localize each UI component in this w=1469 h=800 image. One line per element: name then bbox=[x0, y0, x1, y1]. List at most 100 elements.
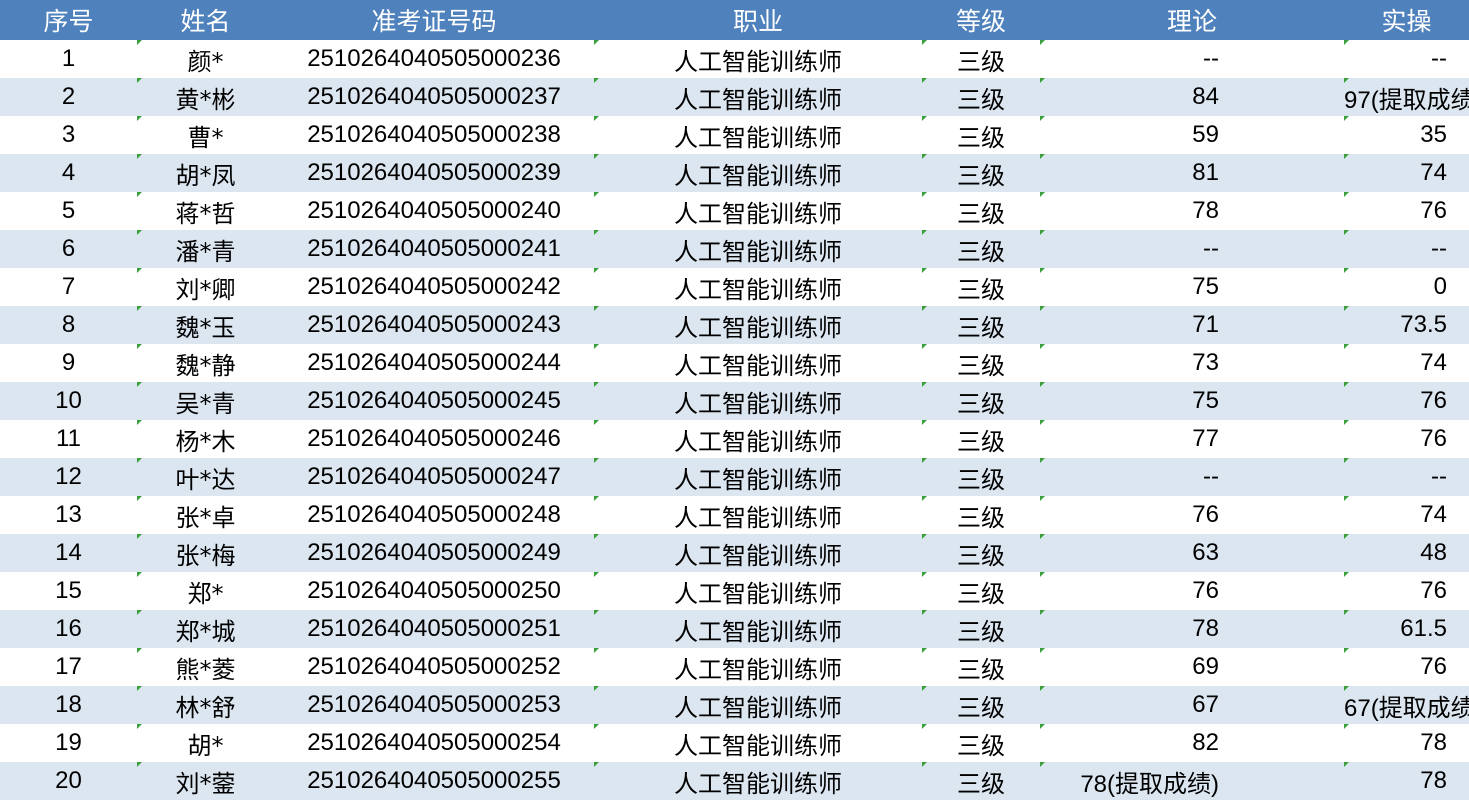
cell-grade: 三级 bbox=[922, 344, 1040, 382]
header-theory: 理论 bbox=[1166, 7, 1217, 36]
cell-occupation: 人工智能训练师 bbox=[594, 344, 922, 382]
table-row: 3 曹* 2510264040505000238 人工智能训练师 三级 59 35 bbox=[0, 116, 1469, 154]
cell-practical: -- bbox=[1344, 458, 1469, 496]
cell-occupation: 人工智能训练师 bbox=[594, 724, 922, 762]
table-row: 2 黄*彬 2510264040505000237 人工智能训练师 三级 84 97(提取成… bbox=[0, 78, 1469, 116]
cell-occupation: 人工智能训练师 bbox=[594, 648, 922, 686]
cell-name: 魏*玉 bbox=[137, 306, 274, 344]
table-row: 18 林*舒 2510264040505000253 人工智能训练师 三级 67 67(提取… bbox=[0, 686, 1469, 724]
cell-exam-id: 2510264040505000251 bbox=[307, 615, 561, 642]
cell-occupation: 人工智能训练师 bbox=[594, 762, 922, 800]
cell-practical: 78 bbox=[1344, 724, 1469, 762]
cell-grade: 三级 bbox=[922, 420, 1040, 458]
cell-grade: 三级 bbox=[922, 686, 1040, 724]
cell-theory: 76 bbox=[1040, 496, 1344, 534]
cell-theory: 82 bbox=[1040, 724, 1344, 762]
cell-theory: 78 bbox=[1040, 610, 1344, 648]
cell-occupation: 人工智能训练师 bbox=[594, 534, 922, 572]
cell-seq: 6 bbox=[61, 235, 76, 262]
cell-theory: 73 bbox=[1040, 344, 1344, 382]
cell-occupation: 人工智能训练师 bbox=[594, 306, 922, 344]
cell-exam-id: 2510264040505000245 bbox=[307, 387, 561, 414]
cell-grade: 三级 bbox=[922, 116, 1040, 154]
cell-exam-id: 2510264040505000248 bbox=[307, 501, 561, 528]
cell-grade: 三级 bbox=[922, 762, 1040, 800]
cell-exam-id: 2510264040505000239 bbox=[307, 159, 561, 186]
table-row: 5 蒋*哲 2510264040505000240 人工智能训练师 三级 78 76 bbox=[0, 192, 1469, 230]
cell-grade: 三级 bbox=[922, 40, 1040, 78]
cell-exam-id: 2510264040505000249 bbox=[307, 539, 561, 566]
cell-practical: 74 bbox=[1344, 496, 1469, 534]
cell-theory: 71 bbox=[1040, 306, 1344, 344]
cell-grade: 三级 bbox=[922, 78, 1040, 116]
cell-name: 林*舒 bbox=[137, 686, 274, 724]
cell-seq: 14 bbox=[55, 539, 82, 566]
table-row: 13 张*卓 2510264040505000248 人工智能训练师 三级 76 74 bbox=[0, 496, 1469, 534]
cell-seq: 7 bbox=[61, 273, 76, 300]
cell-exam-id: 2510264040505000240 bbox=[307, 197, 561, 224]
cell-exam-id: 2510264040505000247 bbox=[307, 463, 561, 490]
cell-theory: -- bbox=[1040, 230, 1344, 268]
cell-name: 杨*木 bbox=[137, 420, 274, 458]
table-row: 9 魏*静 2510264040505000244 人工智能训练师 三级 73 74 bbox=[0, 344, 1469, 382]
cell-seq: 1 bbox=[61, 45, 76, 72]
cell-practical: 76 bbox=[1344, 192, 1469, 230]
cell-theory: -- bbox=[1040, 458, 1344, 496]
cell-name: 刘*蓥 bbox=[137, 762, 274, 800]
cell-grade: 三级 bbox=[922, 306, 1040, 344]
cell-practical: 76 bbox=[1344, 648, 1469, 686]
cell-occupation: 人工智能训练师 bbox=[594, 192, 922, 230]
table-row: 10 吴*青 2510264040505000245 人工智能训练师 三级 75 76 bbox=[0, 382, 1469, 420]
table-row: 7 刘*卿 2510264040505000242 人工智能训练师 三级 75 0 bbox=[0, 268, 1469, 306]
cell-practical: -- bbox=[1344, 230, 1469, 268]
cell-grade: 三级 bbox=[922, 382, 1040, 420]
table-header: 序号 姓名 准考证号码 职业 等级 理论 实操 bbox=[0, 0, 1469, 40]
cell-occupation: 人工智能训练师 bbox=[594, 686, 922, 724]
cell-seq: 18 bbox=[55, 691, 82, 718]
cell-exam-id: 2510264040505000252 bbox=[307, 653, 561, 680]
cell-exam-id: 2510264040505000246 bbox=[307, 425, 561, 452]
cell-theory: -- bbox=[1040, 40, 1344, 78]
cell-exam-id: 2510264040505000244 bbox=[307, 349, 561, 376]
header-row: 序号 姓名 准考证号码 职业 等级 理论 实操 bbox=[0, 0, 1469, 40]
cell-exam-id: 2510264040505000241 bbox=[307, 235, 561, 262]
cell-seq: 10 bbox=[55, 387, 82, 414]
cell-practical: 73.5 bbox=[1344, 306, 1469, 344]
cell-theory: 63 bbox=[1040, 534, 1344, 572]
cell-grade: 三级 bbox=[922, 458, 1040, 496]
cell-grade: 三级 bbox=[922, 230, 1040, 268]
cell-grade: 三级 bbox=[922, 268, 1040, 306]
cell-name: 胡* bbox=[137, 724, 274, 762]
cell-seq: 20 bbox=[55, 767, 82, 794]
cell-exam-id: 2510264040505000243 bbox=[307, 311, 561, 338]
cell-occupation: 人工智能训练师 bbox=[594, 268, 922, 306]
cell-occupation: 人工智能训练师 bbox=[594, 78, 922, 116]
table-row: 19 胡* 2510264040505000254 人工智能训练师 三级 82 78 bbox=[0, 724, 1469, 762]
cell-exam-id: 2510264040505000237 bbox=[307, 83, 561, 110]
cell-seq: 19 bbox=[55, 729, 82, 756]
table-row: 14 张*梅 2510264040505000249 人工智能训练师 三级 63 48 bbox=[0, 534, 1469, 572]
cell-occupation: 人工智能训练师 bbox=[594, 40, 922, 78]
cell-seq: 11 bbox=[56, 425, 81, 452]
cell-grade: 三级 bbox=[922, 496, 1040, 534]
cell-practical: -- bbox=[1344, 40, 1469, 78]
cell-name: 郑*城 bbox=[137, 610, 274, 648]
cell-practical: 61.5 bbox=[1344, 610, 1469, 648]
cell-occupation: 人工智能训练师 bbox=[594, 230, 922, 268]
cell-name: 熊*菱 bbox=[137, 648, 274, 686]
cell-name: 曹* bbox=[137, 116, 274, 154]
cell-occupation: 人工智能训练师 bbox=[594, 610, 922, 648]
score-table: 序号 姓名 准考证号码 职业 等级 理论 实操 1 颜* 2510264040505… bbox=[0, 0, 1469, 800]
cell-occupation: 人工智能训练师 bbox=[594, 572, 922, 610]
cell-occupation: 人工智能训练师 bbox=[594, 496, 922, 534]
cell-seq: 8 bbox=[61, 311, 76, 338]
cell-name: 胡*凤 bbox=[137, 154, 274, 192]
cell-name: 郑* bbox=[137, 572, 274, 610]
cell-practical: 74 bbox=[1344, 344, 1469, 382]
cell-seq: 9 bbox=[61, 349, 76, 376]
table-row: 8 魏*玉 2510264040505000243 人工智能训练师 三级 71 73.5 bbox=[0, 306, 1469, 344]
cell-exam-id: 2510264040505000242 bbox=[307, 273, 561, 300]
cell-practical: 97(提取成绩) bbox=[1344, 78, 1469, 116]
cell-name: 张*梅 bbox=[137, 534, 274, 572]
cell-seq: 3 bbox=[61, 121, 76, 148]
